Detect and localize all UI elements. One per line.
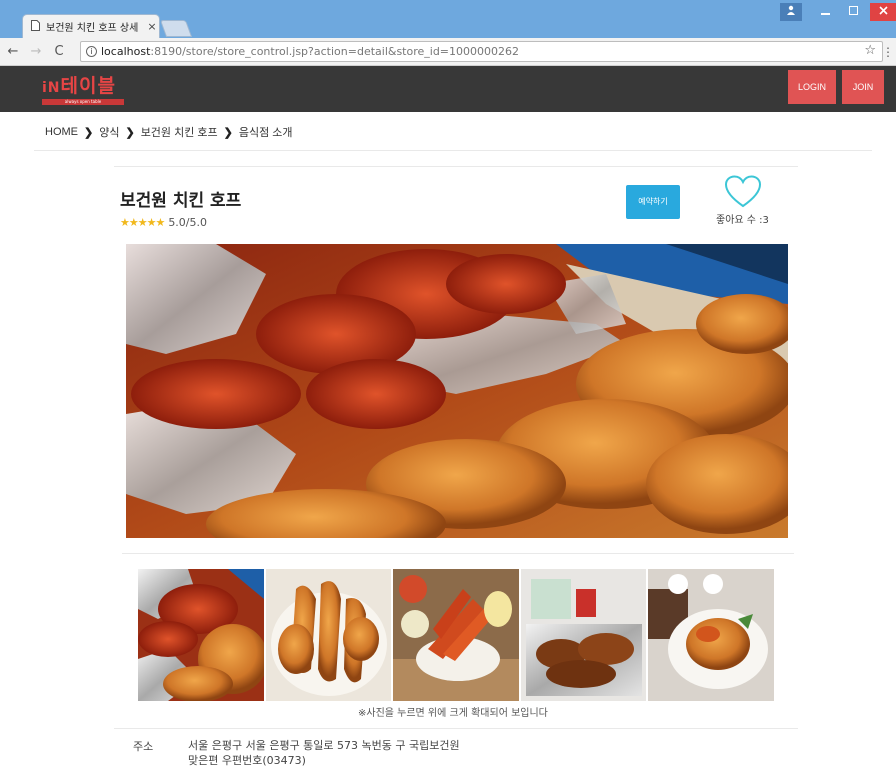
thumbnail-3[interactable] [393,569,519,701]
site-logo[interactable]: iN테이블 always open table [42,76,124,105]
address-bar[interactable]: i localhost:8190/store/store_control.jsp… [80,41,883,62]
like-count: 좋아요 수 :3 [716,215,769,226]
address-line-2: 맞은편 우편번호(03473) [188,754,306,767]
thumbnail-5[interactable] [648,569,774,701]
breadcrumb-current: 음식점 소개 [238,127,293,139]
chevron-right-icon: ❯ [223,126,233,139]
reload-icon[interactable]: C [49,42,69,62]
join-button[interactable]: JOIN [842,70,884,104]
thumbnail-2[interactable] [265,569,392,701]
login-button[interactable]: LOGIN [788,70,836,104]
star-bookmark-icon[interactable]: ☆ [864,43,876,58]
url-host: localhost [101,45,151,58]
thumbnail-1[interactable] [138,569,264,701]
divider [122,553,794,554]
photo-hint: ※사진을 누르면 위에 크게 확대되어 보입니다 [358,708,548,719]
close-window-icon[interactable] [870,3,896,21]
site-header: iN테이블 always open table LOGIN JOIN [0,66,896,112]
address-line-1: 서울 은평구 서울 은평구 통일로 573 녹번동 구 국립보건원 [188,739,460,752]
thumbnail-gallery [138,569,774,701]
browser-tab[interactable]: 보건원 치킨 호프 상세 × [22,14,160,38]
breadcrumb-category[interactable]: 양식 [99,124,119,140]
chevron-right-icon: ❯ [125,126,135,139]
user-icon[interactable] [780,3,802,21]
rating-value: 5.0/5.0 [168,216,208,229]
address-label: 주소 [133,740,154,753]
maximize-icon[interactable] [842,3,864,21]
tab-title: 보건원 치킨 호프 상세 [46,23,139,34]
url-path: :8190/store/store_control.jsp?action=det… [150,45,520,58]
window-controls [780,0,896,24]
heart-icon[interactable] [724,175,762,209]
browser-toolbar: ← → C i localhost:8190/store/store_contr… [0,38,896,66]
thumbnail-4[interactable] [520,569,647,701]
minimize-icon[interactable] [814,3,836,21]
rating-stars: ★★★★★ [120,216,165,229]
chevron-right-icon: ❯ [84,126,94,139]
address-value: 서울 은평구 서울 은평구 통일로 573 녹번동 구 국립보건원 맞은편 우편… [188,738,460,768]
breadcrumb: HOME ❯ 양식 ❯ 보건원 치킨 호프 ❯ 음식점 소개 [45,124,293,140]
reserve-button[interactable]: 예약하기 [626,185,680,219]
main-photo[interactable] [126,244,788,538]
divider [34,150,872,151]
new-tab-button[interactable] [159,20,193,37]
breadcrumb-home[interactable]: HOME [45,126,78,138]
store-name: 보건원 치킨 호프 [120,191,242,211]
info-icon[interactable]: i [86,46,97,57]
page-icon [31,19,40,34]
browser-titlebar: 보건원 치킨 호프 상세 × [0,0,896,38]
breadcrumb-store[interactable]: 보건원 치킨 호프 [141,124,218,140]
divider [114,728,798,729]
browser-menu-icon[interactable]: ⋮ [882,45,894,59]
forward-arrow-icon[interactable]: → [26,42,46,62]
rating: ★★★★★ 5.0/5.0 [120,216,207,229]
tab-close-icon[interactable]: × [145,20,159,33]
back-arrow-icon[interactable]: ← [3,42,23,62]
divider [114,166,798,167]
